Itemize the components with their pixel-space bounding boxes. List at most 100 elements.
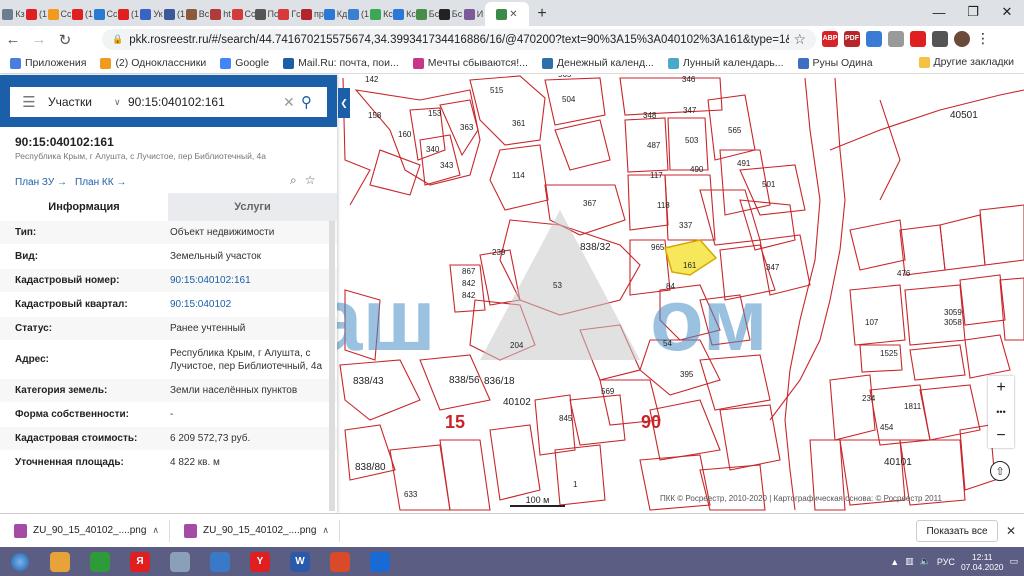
browser-tab[interactable]: (1 bbox=[71, 2, 94, 26]
bookmark-item[interactable]: Руны Одина bbox=[797, 57, 873, 69]
bookmark-item[interactable]: Mail.Ru: почта, пои... bbox=[283, 57, 399, 69]
browser-tab[interactable]: (1 bbox=[117, 2, 140, 26]
clear-icon[interactable]: ✕ bbox=[283, 94, 301, 111]
browser-tab[interactable]: Вс bbox=[186, 2, 209, 26]
show-all-button[interactable]: Показать все bbox=[916, 520, 998, 542]
chevron-down-icon[interactable]: ∨ bbox=[114, 97, 128, 108]
browser-tab[interactable]: пр bbox=[301, 2, 324, 26]
info-value[interactable]: 90:15:040102:161 bbox=[168, 269, 337, 292]
search-box[interactable]: ☰ Участки ∨ 90:15:040102:161 ✕ ⚲ bbox=[10, 87, 327, 117]
extension-icon[interactable] bbox=[866, 30, 882, 47]
browser-tab[interactable]: Гс bbox=[278, 2, 301, 26]
tray-arrow-icon[interactable]: ▲ bbox=[890, 557, 899, 567]
panel-scrollbar[interactable] bbox=[329, 221, 335, 511]
maximize-button[interactable]: ❐ bbox=[956, 0, 990, 24]
bookmark-item[interactable]: (2) Одноклассники bbox=[100, 57, 206, 69]
back-button[interactable]: ← bbox=[0, 31, 26, 48]
extension-icon[interactable] bbox=[888, 30, 904, 47]
extension-icon[interactable] bbox=[932, 30, 948, 47]
download-item[interactable]: ZU_90_15_40102_....png ∧ bbox=[170, 519, 340, 542]
bookmark-item[interactable]: Лунный календарь... bbox=[667, 57, 784, 69]
search-icon[interactable]: ⚲ bbox=[301, 93, 327, 111]
parcel-label: 565 bbox=[728, 126, 742, 135]
browser-tab[interactable]: (1 bbox=[25, 2, 48, 26]
start-button[interactable] bbox=[0, 552, 40, 571]
close-downloads-icon[interactable]: ✕ bbox=[1006, 524, 1016, 538]
browser-tab[interactable]: Сс bbox=[48, 2, 71, 26]
favorite-star-icon[interactable]: ☆ bbox=[305, 173, 316, 188]
browser-tab[interactable]: И bbox=[462, 2, 485, 26]
browser-tab[interactable]: Кз bbox=[2, 2, 25, 26]
bookmark-item[interactable]: Google bbox=[220, 57, 269, 69]
url-text[interactable]: pkk.rosreestr.ru/#/search/44.74167021557… bbox=[129, 34, 789, 46]
browser-tab[interactable]: Сс bbox=[94, 2, 117, 26]
browser-tab[interactable]: Сс bbox=[232, 2, 255, 26]
tab-label: Гс bbox=[291, 9, 301, 19]
reload-button[interactable]: ↻ bbox=[52, 31, 78, 49]
extension-icon[interactable]: ABP bbox=[822, 30, 838, 47]
chevron-up-icon[interactable]: ∧ bbox=[322, 525, 329, 536]
info-row: Кадастровый квартал: 90:15:040102 bbox=[0, 293, 337, 317]
zoom-to-object-icon[interactable]: ⌕ bbox=[290, 173, 297, 188]
taskbar-app-button[interactable]: Y bbox=[240, 547, 280, 576]
plan-zu-link[interactable]: План ЗУ → bbox=[15, 177, 67, 188]
tab-information[interactable]: Информация bbox=[0, 193, 168, 221]
browser-tab[interactable]: Кд bbox=[324, 2, 347, 26]
close-tab-icon[interactable]: ✕ bbox=[509, 9, 517, 20]
zoom-in-button[interactable]: + bbox=[988, 376, 1014, 400]
taskbar-app-button[interactable] bbox=[160, 547, 200, 576]
bookmark-star-icon[interactable]: ☆ bbox=[793, 31, 806, 48]
browser-tab[interactable]: Кс bbox=[393, 2, 416, 26]
network-icon[interactable]: ▥ bbox=[905, 556, 914, 567]
bookmark-item[interactable]: Мечты сбываются!... bbox=[412, 57, 528, 69]
chevron-up-icon[interactable]: ∧ bbox=[152, 525, 159, 536]
taskbar-app-button[interactable] bbox=[80, 547, 120, 576]
browser-menu-icon[interactable]: ⋮ bbox=[976, 30, 990, 47]
notifications-icon[interactable]: ▭ bbox=[1009, 556, 1018, 567]
new-tab-button[interactable]: + bbox=[529, 2, 555, 26]
language-indicator[interactable]: РУС bbox=[937, 557, 955, 567]
profile-avatar[interactable] bbox=[954, 30, 970, 47]
minimize-button[interactable]: — bbox=[922, 0, 956, 24]
collapse-panel-button[interactable]: ❮ bbox=[338, 88, 350, 118]
forward-button[interactable]: → bbox=[26, 31, 52, 48]
other-bookmarks[interactable]: Другие закладки bbox=[918, 56, 1014, 68]
close-window-button[interactable]: ✕ bbox=[990, 0, 1024, 24]
browser-tab[interactable]: ht bbox=[209, 2, 232, 26]
extensions-bar: ABP PDF ⋮ bbox=[822, 30, 990, 47]
browser-tab[interactable]: Бс bbox=[416, 2, 439, 26]
extension-icon[interactable]: PDF bbox=[844, 30, 860, 47]
menu-icon[interactable]: ☰ bbox=[10, 93, 48, 111]
more-tools-button[interactable]: ••• bbox=[988, 400, 1014, 424]
bookmark-item[interactable]: Денежный календ... bbox=[541, 57, 654, 69]
plan-kk-link[interactable]: План КК → bbox=[75, 177, 126, 188]
browser-tab[interactable]: Пс bbox=[255, 2, 278, 26]
browser-tab[interactable]: Ук bbox=[140, 2, 163, 26]
taskbar-app-button[interactable]: Я bbox=[120, 547, 160, 576]
compass-button[interactable]: ⇧ bbox=[990, 461, 1010, 481]
info-value[interactable]: 90:15:040102 bbox=[168, 293, 337, 316]
download-item[interactable]: ZU_90_15_40102_....png ∧ bbox=[0, 519, 170, 542]
taskbar-app-button[interactable] bbox=[320, 547, 360, 576]
taskbar-app-button[interactable]: W bbox=[280, 547, 320, 576]
parcel-label: 569 bbox=[601, 387, 615, 396]
taskbar-app-button[interactable] bbox=[40, 547, 80, 576]
active-tab[interactable]: ✕ bbox=[485, 2, 529, 26]
bookmark-icon bbox=[10, 57, 21, 69]
search-mode-select[interactable]: Участки bbox=[48, 95, 114, 109]
tab-services[interactable]: Услуги bbox=[168, 193, 337, 221]
browser-tab[interactable]: Кс bbox=[370, 2, 393, 26]
search-input[interactable]: 90:15:040102:161 bbox=[128, 95, 283, 109]
zoom-out-button[interactable]: − bbox=[988, 424, 1014, 448]
address-bar[interactable]: 🔒 pkk.rosreestr.ru/#/search/44.741670215… bbox=[102, 29, 816, 50]
favicon-icon bbox=[163, 8, 175, 20]
volume-icon[interactable]: 🔈 bbox=[920, 556, 931, 567]
clock[interactable]: 12:11 07.04.2020 bbox=[961, 552, 1004, 572]
taskbar-app-button[interactable] bbox=[360, 547, 400, 576]
browser-tab[interactable]: (1 bbox=[347, 2, 370, 26]
bookmark-item[interactable]: Приложения bbox=[10, 57, 86, 69]
taskbar-app-button[interactable] bbox=[200, 547, 240, 576]
browser-tab[interactable]: Бс bbox=[439, 2, 462, 26]
extension-icon[interactable] bbox=[910, 30, 926, 47]
browser-tab[interactable]: (1 bbox=[163, 2, 186, 26]
